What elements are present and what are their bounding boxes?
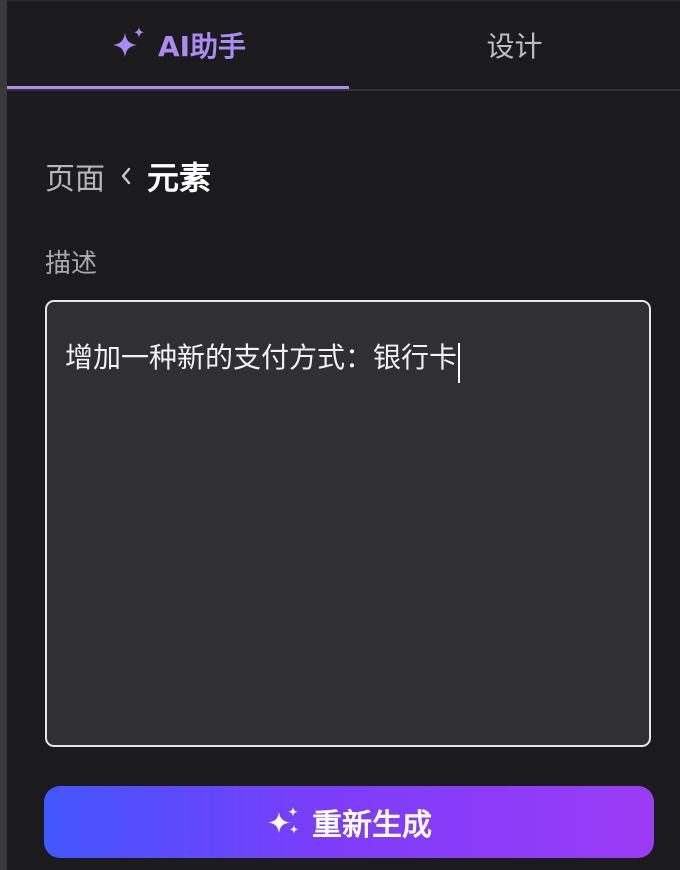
tab-bar: AI助手 设计 — [7, 1, 680, 90]
left-edge-border — [0, 0, 7, 870]
tab-design-label: 设计 — [486, 30, 543, 63]
sparkles-icon — [266, 804, 302, 840]
description-textarea[interactable]: 增加一种新的支付方式：银行卡 — [45, 300, 651, 747]
regenerate-button-label: 重新生成 — [312, 808, 432, 843]
description-text: 增加一种新的支付方式：银行卡 — [65, 341, 458, 374]
breadcrumb-parent-link[interactable]: 页面 — [45, 154, 105, 198]
breadcrumb-current: 元素 — [147, 159, 212, 197]
description-label: 描述 — [45, 249, 98, 279]
sparkle-icon — [110, 26, 148, 64]
breadcrumb: 页面 元素 — [45, 153, 211, 199]
tab-design[interactable]: 设计 — [349, 1, 680, 89]
chevron-left-icon[interactable] — [119, 165, 133, 187]
tab-ai-assistant-label: AI助手 — [157, 30, 247, 63]
tab-ai-assistant[interactable]: AI助手 — [7, 1, 349, 90]
ai-assistant-panel: AI助手 设计 页面 元素 描述 增加一种新的支付方式：银行卡 重新生成 — [0, 0, 680, 870]
tab-divider — [7, 89, 680, 91]
regenerate-button[interactable]: 重新生成 — [44, 786, 654, 858]
text-caret — [458, 342, 461, 383]
